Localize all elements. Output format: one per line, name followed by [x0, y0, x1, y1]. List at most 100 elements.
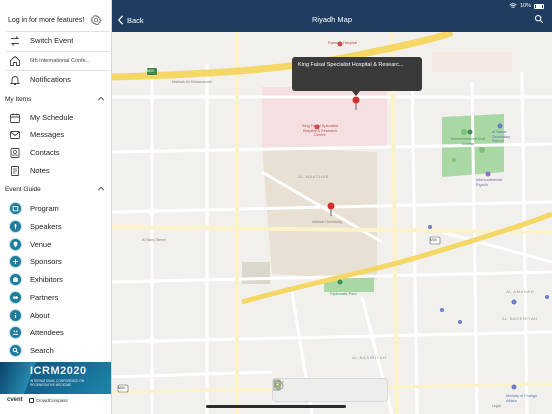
event-name-item[interactable]: 6th International Confe... [0, 52, 111, 69]
gear-icon[interactable] [90, 14, 102, 26]
block-area [242, 262, 270, 284]
sidebar-footer: cvent CrowdCompass [0, 394, 111, 406]
block-area [432, 52, 512, 72]
location-pin-icon[interactable] [352, 96, 360, 110]
page-title: Riyadh Map [311, 15, 353, 24]
event-name-label: 6th International Confe... [30, 57, 91, 64]
sidebar-item-partners[interactable]: Partners [0, 289, 111, 306]
home-icon [8, 54, 22, 68]
sidebar-item-speakers[interactable]: Speakers [0, 218, 111, 235]
notifications-item[interactable]: Notifications [0, 71, 111, 88]
route-shield-label: M30 [430, 238, 437, 242]
sidebar-item-messages[interactable]: Messages [0, 126, 111, 143]
layers-button[interactable] [273, 379, 337, 397]
speakers-icon [8, 220, 22, 233]
sidebar-item-search[interactable]: Search [0, 342, 111, 359]
crowdcompass-logo: CrowdCompass [28, 397, 68, 403]
location-pin-icon[interactable] [327, 202, 335, 216]
login-prompt[interactable]: Log in for more features! [8, 17, 90, 24]
street-label: Al Barq Street [142, 238, 166, 242]
sidebar-item-attendees[interactable]: Attendees [0, 324, 111, 341]
route-shield-label: M30 [118, 386, 125, 390]
sidebar-item-sponsors[interactable]: Sponsors [0, 253, 111, 270]
login-row[interactable]: Log in for more features! [0, 10, 111, 30]
map-label-district: AL NASIRIYAH [352, 355, 387, 360]
map-label-kfsh: King Faisal Specialist Hospital & Resear… [301, 124, 339, 137]
wifi-icon [509, 3, 517, 8]
location-toggle-button[interactable] [274, 380, 299, 397]
my-items-header[interactable]: My Items [0, 93, 111, 105]
exhibitors-label: Exhibitors [30, 275, 63, 284]
sidebar-item-about[interactable]: About [0, 307, 111, 324]
pin-callout[interactable]: King Faisal Specialist Hospital & Resear… [292, 57, 422, 91]
notifications-label: Notifications [30, 75, 71, 84]
banner-subtitle: INTERNATIONAL CONFERENCE ON REGENERATIVE… [30, 379, 85, 387]
program-icon [8, 202, 22, 215]
sponsors-icon [8, 255, 22, 268]
crowdcompass-label: CrowdCompass [35, 397, 68, 403]
battery-percent: 10% [519, 3, 531, 9]
sidebar-item-my-schedule[interactable]: My Schedule [0, 109, 111, 126]
sidebar-item-program[interactable]: Program [0, 200, 111, 217]
attendees-label: Attendees [30, 328, 64, 337]
partners-icon [8, 291, 22, 304]
sidebar: Log in for more features! Switch Event 6… [0, 0, 112, 414]
park-poi-icon[interactable] [337, 279, 343, 285]
sidebar-item-exhibitors[interactable]: Exhibitors [0, 271, 111, 288]
search-icon[interactable] [534, 14, 544, 24]
ministry-poi-icon[interactable] [511, 384, 517, 390]
route-shield-label: M30 [147, 69, 154, 73]
about-icon [8, 309, 22, 322]
speakers-label: Speakers [30, 222, 62, 231]
switch-event-label: Switch Event [30, 36, 74, 45]
messages-label: Messages [30, 130, 65, 139]
map-label-university: Alfaisal University [312, 220, 342, 224]
notes-label: Notes [30, 166, 50, 175]
search-icon [8, 344, 22, 357]
event-banner[interactable]: ICRM2020 INTERNATIONAL CONFERENCE ON REG… [0, 362, 111, 394]
sidebar-item-contacts[interactable]: Contacts [0, 144, 111, 161]
map-label-hospital: Ramaya Hospital [328, 41, 357, 45]
poi-icon[interactable] [428, 225, 432, 229]
poi-icon[interactable] [545, 295, 549, 299]
exhibitors-icon [8, 273, 22, 286]
map-label-park: Diplomatic Park [330, 292, 357, 296]
map-label-ministry: Ministry of Foreign Affairs [506, 394, 538, 403]
map-label-golf: Intercontinental Golf Course [451, 137, 485, 146]
school-poi-icon[interactable] [497, 123, 503, 129]
bell-icon [8, 73, 22, 87]
switch-event-item[interactable]: Switch Event [0, 32, 111, 49]
chevron-up-icon[interactable] [96, 184, 106, 194]
school-poi-icon[interactable] [511, 299, 517, 305]
contacts-label: Contacts [30, 148, 60, 157]
map-label-district: AL NASERIYAH [502, 316, 538, 321]
map-label-intercontinental: Intercontinental Riyadh [476, 178, 502, 187]
history-button[interactable] [274, 380, 375, 397]
about-label: About [30, 311, 50, 320]
callout-title: King Faisal Specialist Hospital & Resear… [298, 62, 404, 68]
event-guide-header[interactable]: Event Guide [0, 183, 111, 195]
poi-icon[interactable] [458, 320, 462, 324]
sidebar-item-venue[interactable]: Venue [0, 236, 111, 253]
schedule-icon [8, 111, 22, 125]
status-bar: 10% [509, 3, 544, 9]
sidebar-item-notes[interactable]: Notes [0, 162, 111, 179]
crowdcompass-icon [28, 397, 34, 403]
banner-title: ICRM2020 [30, 365, 87, 377]
hotel-poi-icon[interactable] [485, 171, 491, 177]
chevron-up-icon[interactable] [96, 94, 106, 104]
attendees-icon [8, 326, 22, 339]
battery-icon [534, 3, 544, 9]
venue-label: Venue [30, 240, 52, 249]
legal-link[interactable]: Legal [492, 404, 501, 408]
map-label-school: Al Nahar Secondary School [492, 130, 511, 143]
program-label: Program [30, 204, 59, 213]
poi-icon[interactable] [440, 308, 444, 312]
home-indicator[interactable] [206, 405, 346, 408]
map-view[interactable]: Ramaya Hospital King Faisal Specialist H… [112, 32, 552, 414]
cvent-logo: cvent [7, 397, 23, 403]
golf-poi-icon[interactable] [467, 129, 473, 135]
tree-mark [452, 158, 456, 162]
notes-icon [8, 164, 22, 178]
map-label-district: AL AMANAH [506, 289, 535, 294]
